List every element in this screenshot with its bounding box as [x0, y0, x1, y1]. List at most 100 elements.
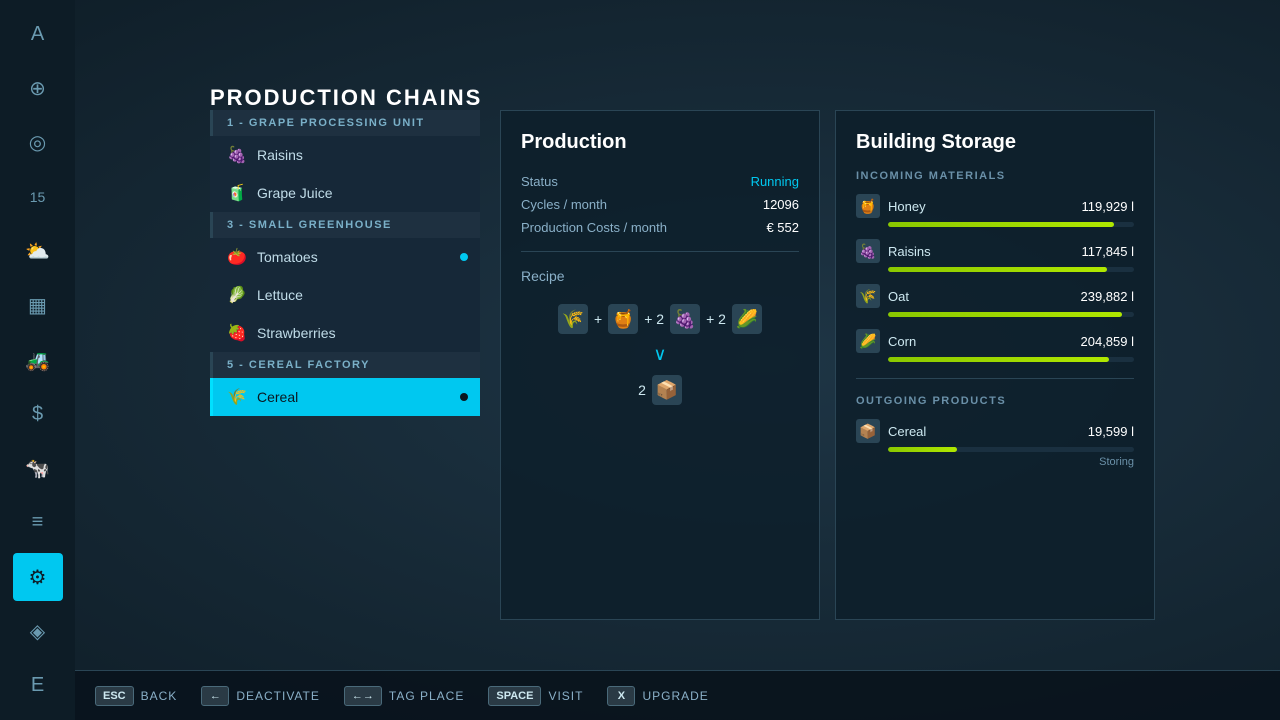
sidebar-item-animal[interactable]: 🐄 — [13, 445, 63, 493]
deactivate-key: ← — [201, 686, 229, 706]
storage-divider — [856, 378, 1134, 379]
storage-item-cereal-out: 📦 Cereal 19,599 l Storing — [856, 419, 1134, 468]
oat-amount: 239,882 l — [1081, 289, 1135, 304]
output-amount: 2 — [638, 382, 646, 398]
corn-icon: 🌽 — [856, 329, 880, 353]
tasks-icon: ≡ — [32, 511, 44, 534]
chain-item-strawberries[interactable]: 🍓 Strawberries — [210, 314, 480, 352]
storage-item-raisins: 🍇 Raisins 117,845 l — [856, 239, 1134, 272]
active-dot-cereal — [460, 393, 468, 401]
grape-juice-icon: 🧃 — [227, 183, 247, 203]
space-key: SPACE — [488, 686, 541, 706]
sidebar-item-e[interactable]: E — [13, 662, 63, 710]
upgrade-button[interactable]: X UPGRADE — [607, 686, 708, 706]
ingredient-raisin-icon: 🍇 — [670, 304, 700, 334]
storage-item-oat: 🌾 Oat 239,882 l — [856, 284, 1134, 317]
cereal-out-icon: 📦 — [856, 419, 880, 443]
sidebar-item-chart[interactable]: ▦ — [13, 282, 63, 330]
chain-item-lettuce[interactable]: 🥬 Lettuce — [210, 276, 480, 314]
plus-2-label: + 2 — [644, 311, 664, 327]
storage-panel: Building Storage INCOMING MATERIALS 🍯 Ho… — [835, 110, 1155, 620]
chain-item-cereal[interactable]: 🌾 Cereal — [210, 378, 480, 416]
storage-item-corn: 🌽 Corn 204,859 l — [856, 329, 1134, 362]
sidebar-item-steering[interactable]: ◎ — [13, 119, 63, 167]
costs-value: € 552 — [766, 220, 799, 235]
tag-label: TAG PLACE — [389, 689, 464, 703]
honey-icon: 🍯 — [856, 194, 880, 218]
visit-label: VISIT — [548, 689, 583, 703]
raisins-bar — [888, 267, 1134, 272]
animal-icon: 🐄 — [25, 456, 50, 481]
raisins-icon: 🍇 — [227, 145, 247, 165]
chain-group-greenhouse: 3 - SMALL GREENHOUSE — [210, 212, 480, 238]
tag-key: ←→ — [344, 686, 382, 706]
chain-item-label: Lettuce — [257, 287, 303, 303]
active-dot — [460, 253, 468, 261]
back-button[interactable]: ESC BACK — [95, 686, 177, 706]
sidebar-item-tasks[interactable]: ≡ — [13, 499, 63, 547]
cereal-out-status: Storing — [856, 456, 1134, 468]
sidebar-item-globe[interactable]: ⊕ — [13, 64, 63, 112]
arrow-down-icon: ∨ — [653, 344, 666, 365]
storage-title: Building Storage — [856, 131, 1134, 154]
bottom-bar: ESC BACK ← DEACTIVATE ←→ TAG PLACE SPACE… — [75, 670, 1280, 720]
recipe-title: Recipe — [521, 268, 799, 284]
plus-3-label: + 2 — [706, 311, 726, 327]
visit-button[interactable]: SPACE VISIT — [488, 686, 583, 706]
tractor-icon: 🚜 — [25, 348, 50, 373]
divider — [521, 251, 799, 252]
sidebar-item-tractor[interactable]: 🚜 — [13, 336, 63, 384]
sidebar-item-map[interactable]: ◈ — [13, 607, 63, 655]
honey-bar — [888, 222, 1134, 227]
raisins-storage-icon: 🍇 — [856, 239, 880, 263]
chain-item-label: Tomatoes — [257, 249, 318, 265]
sidebar-item-dollar[interactable]: $ — [13, 390, 63, 438]
production-title: Production — [521, 131, 799, 154]
weather-icon: ⛅ — [25, 239, 50, 264]
plus-1: + — [594, 311, 602, 327]
honey-amount: 119,929 l — [1081, 199, 1134, 214]
production-icon: ⚙ — [29, 565, 47, 590]
honey-bar-fill — [888, 222, 1114, 227]
chain-item-label: Strawberries — [257, 325, 336, 341]
sidebar-item-production[interactable]: ⚙ — [13, 553, 63, 601]
cereal-out-bar — [888, 447, 1134, 452]
deactivate-label: DEACTIVATE — [236, 689, 320, 703]
chain-item-label: Cereal — [257, 389, 298, 405]
cycles-label: Cycles / month — [521, 197, 607, 212]
oat-name: Oat — [888, 289, 1073, 304]
x-key: X — [607, 686, 635, 706]
sidebar-item-calendar[interactable]: 15 — [13, 173, 63, 221]
chain-item-grape-juice[interactable]: 🧃 Grape Juice — [210, 174, 480, 212]
corn-amount: 204,859 l — [1081, 334, 1135, 349]
chain-item-raisins[interactable]: 🍇 Raisins — [210, 136, 480, 174]
deactivate-button[interactable]: ← DEACTIVATE — [201, 686, 320, 706]
calendar-icon: 15 — [30, 189, 46, 205]
tag-place-button[interactable]: ←→ TAG PLACE — [344, 686, 464, 706]
cereal-out-name: Cereal — [888, 424, 1080, 439]
chain-item-tomatoes[interactable]: 🍅 Tomatoes — [210, 238, 480, 276]
cereal-out-bar-fill — [888, 447, 957, 452]
chain-group-grape: 1 - GRAPE PROCESSING UNIT — [210, 110, 480, 136]
status-value: Running — [751, 174, 799, 189]
raisins-bar-fill — [888, 267, 1107, 272]
chain-item-label: Grape Juice — [257, 185, 332, 201]
strawberries-icon: 🍓 — [227, 323, 247, 343]
sidebar-item-weather[interactable]: ⛅ — [13, 227, 63, 275]
page-title: PRODUCTION CHAINS — [210, 85, 482, 111]
cycles-row: Cycles / month 12096 — [521, 197, 799, 212]
production-panel: Production Status Running Cycles / month… — [500, 110, 820, 620]
map-icon: ◈ — [30, 619, 45, 644]
corn-bar-fill — [888, 357, 1109, 362]
recipe-output: 2 📦 — [638, 375, 682, 405]
output-cereal-icon: 📦 — [652, 375, 682, 405]
cereal-out-amount: 19,599 l — [1088, 424, 1134, 439]
recipe-ingredients: 🌾 + 🍯 + 2 🍇 + 2 🌽 — [558, 304, 762, 334]
back-label: BACK — [141, 689, 178, 703]
tomatoes-icon: 🍅 — [227, 247, 247, 267]
upgrade-label: UPGRADE — [642, 689, 708, 703]
corn-bar — [888, 357, 1134, 362]
e-icon: E — [31, 674, 44, 697]
sidebar-item-a[interactable]: A — [13, 10, 63, 58]
oat-bar-fill — [888, 312, 1122, 317]
